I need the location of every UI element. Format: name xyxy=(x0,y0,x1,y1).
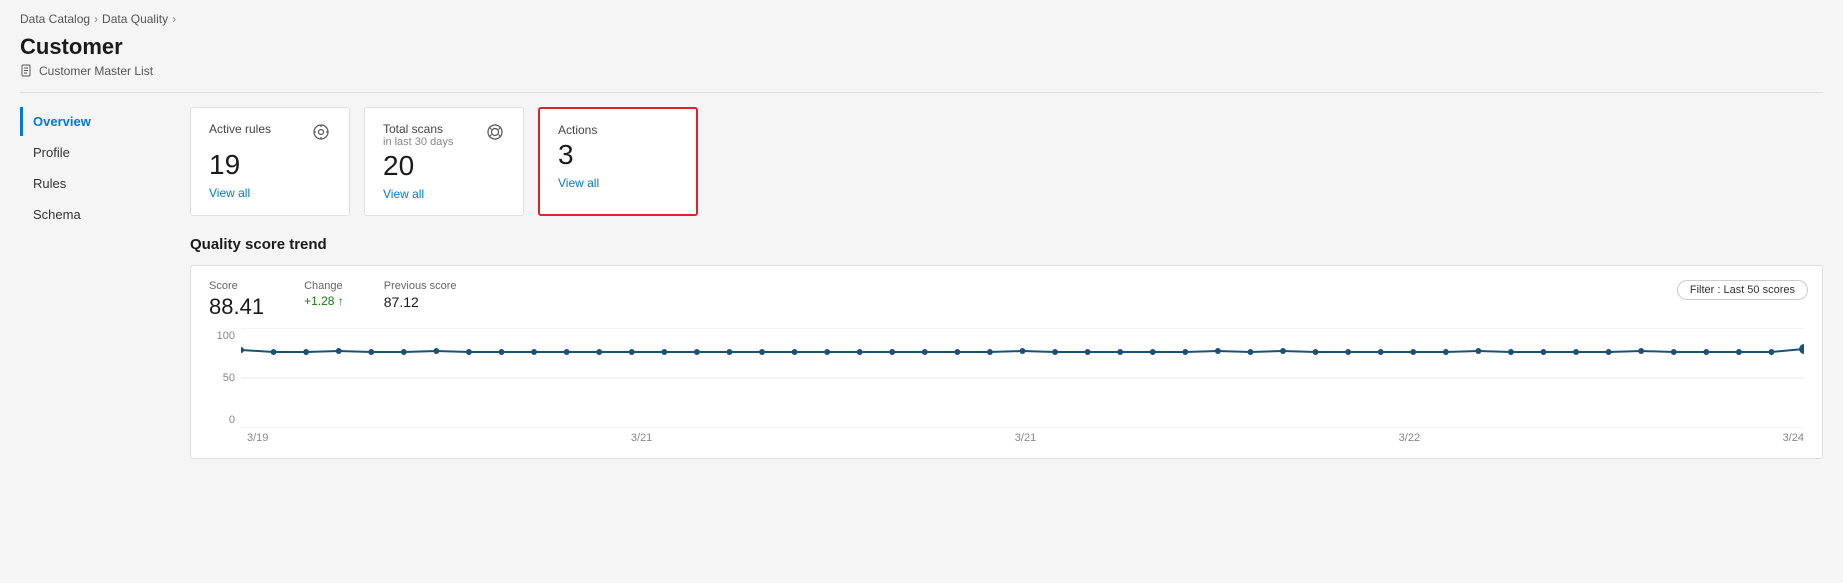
sidebar-item-overview[interactable]: Overview xyxy=(20,107,180,136)
prev-score-value: 87.12 xyxy=(384,294,457,310)
main-layout: Overview Profile Rules Schema Active rul… xyxy=(20,107,1823,459)
page-subtitle-text: Customer Master List xyxy=(39,64,153,78)
y-label-100: 100 xyxy=(209,330,235,342)
active-rules-view-all[interactable]: View all xyxy=(209,186,250,200)
card-header: Active rules xyxy=(209,122,331,147)
sidebar-item-rules[interactable]: Rules xyxy=(20,169,180,198)
page-wrapper: Data Catalog › Data Quality › Customer C… xyxy=(0,0,1843,583)
total-scans-icon xyxy=(485,122,505,147)
change-meta: Change +1.28 ↑ xyxy=(304,280,344,320)
card-title: Active rules xyxy=(209,122,271,136)
y-label-50: 50 xyxy=(209,372,235,384)
page-subtitle: Customer Master List xyxy=(20,64,1823,78)
actions-title: Actions xyxy=(558,123,597,137)
divider xyxy=(20,92,1823,93)
breadcrumb-data-catalog[interactable]: Data Catalog xyxy=(20,12,90,26)
x-label-322: 3/22 xyxy=(1399,432,1420,444)
cards-row: Active rules xyxy=(190,107,1823,216)
breadcrumb-sep-1: › xyxy=(94,12,98,26)
total-scans-card: Total scans in last 30 days xyxy=(364,107,524,216)
prev-score-label: Previous score xyxy=(384,280,457,292)
y-axis: 100 50 0 xyxy=(209,328,241,428)
active-rules-title: Active rules xyxy=(209,122,271,136)
breadcrumb-data-quality[interactable]: Data Quality xyxy=(102,12,168,26)
actions-view-all[interactable]: View all xyxy=(558,176,599,190)
page-title: Customer xyxy=(20,34,1823,60)
y-label-0: 0 xyxy=(209,414,235,426)
active-rules-card: Active rules xyxy=(190,107,350,216)
prev-score-meta: Previous score 87.12 xyxy=(384,280,457,320)
x-label-319a: 3/19 xyxy=(247,432,268,444)
breadcrumb-sep-2: › xyxy=(172,12,176,26)
svg-chart-container xyxy=(241,328,1804,428)
total-scans-subtitle: in last 30 days xyxy=(383,136,453,148)
content-area: Active rules xyxy=(180,107,1823,459)
actions-card: Actions 3 View all xyxy=(538,107,698,216)
sidebar-item-profile[interactable]: Profile xyxy=(20,138,180,167)
total-scans-title-group: Total scans in last 30 days xyxy=(383,122,453,148)
breadcrumb: Data Catalog › Data Quality › xyxy=(20,12,1823,26)
card-header-scans: Total scans in last 30 days xyxy=(383,122,505,148)
change-value: +1.28 ↑ xyxy=(304,294,344,308)
active-rules-icon xyxy=(311,122,331,147)
score-meta: Score 88.41 xyxy=(209,280,264,320)
document-icon xyxy=(20,64,34,78)
chart-wrapper: 100 50 0 xyxy=(209,328,1804,444)
card-header-actions: Actions xyxy=(558,123,678,137)
score-label: Score xyxy=(209,280,264,292)
active-rules-value: 19 xyxy=(209,151,331,179)
total-scans-view-all[interactable]: View all xyxy=(383,187,424,201)
filter-button[interactable]: Filter : Last 50 scores xyxy=(1677,280,1808,300)
trend-chart-svg xyxy=(241,328,1804,428)
x-axis: 3/19 3/21 3/21 3/22 3/24 xyxy=(247,432,1804,444)
actions-value: 3 xyxy=(558,141,678,169)
chart-inner: 100 50 0 xyxy=(209,328,1804,428)
chart-meta: Score 88.41 Change +1.28 ↑ Previous scor… xyxy=(209,280,1804,320)
quality-score-section-title: Quality score trend xyxy=(190,236,1823,253)
total-scans-title: Total scans xyxy=(383,122,453,136)
chart-container: Filter : Last 50 scores Score 88.41 Chan… xyxy=(190,265,1823,459)
total-scans-value: 20 xyxy=(383,152,505,180)
score-value: 88.41 xyxy=(209,294,264,320)
x-label-324: 3/24 xyxy=(1783,432,1804,444)
sidebar-item-schema[interactable]: Schema xyxy=(20,200,180,229)
sidebar: Overview Profile Rules Schema xyxy=(20,107,180,459)
x-label-321a: 3/21 xyxy=(631,432,652,444)
x-label-321b: 3/21 xyxy=(1015,432,1036,444)
change-label: Change xyxy=(304,280,344,292)
